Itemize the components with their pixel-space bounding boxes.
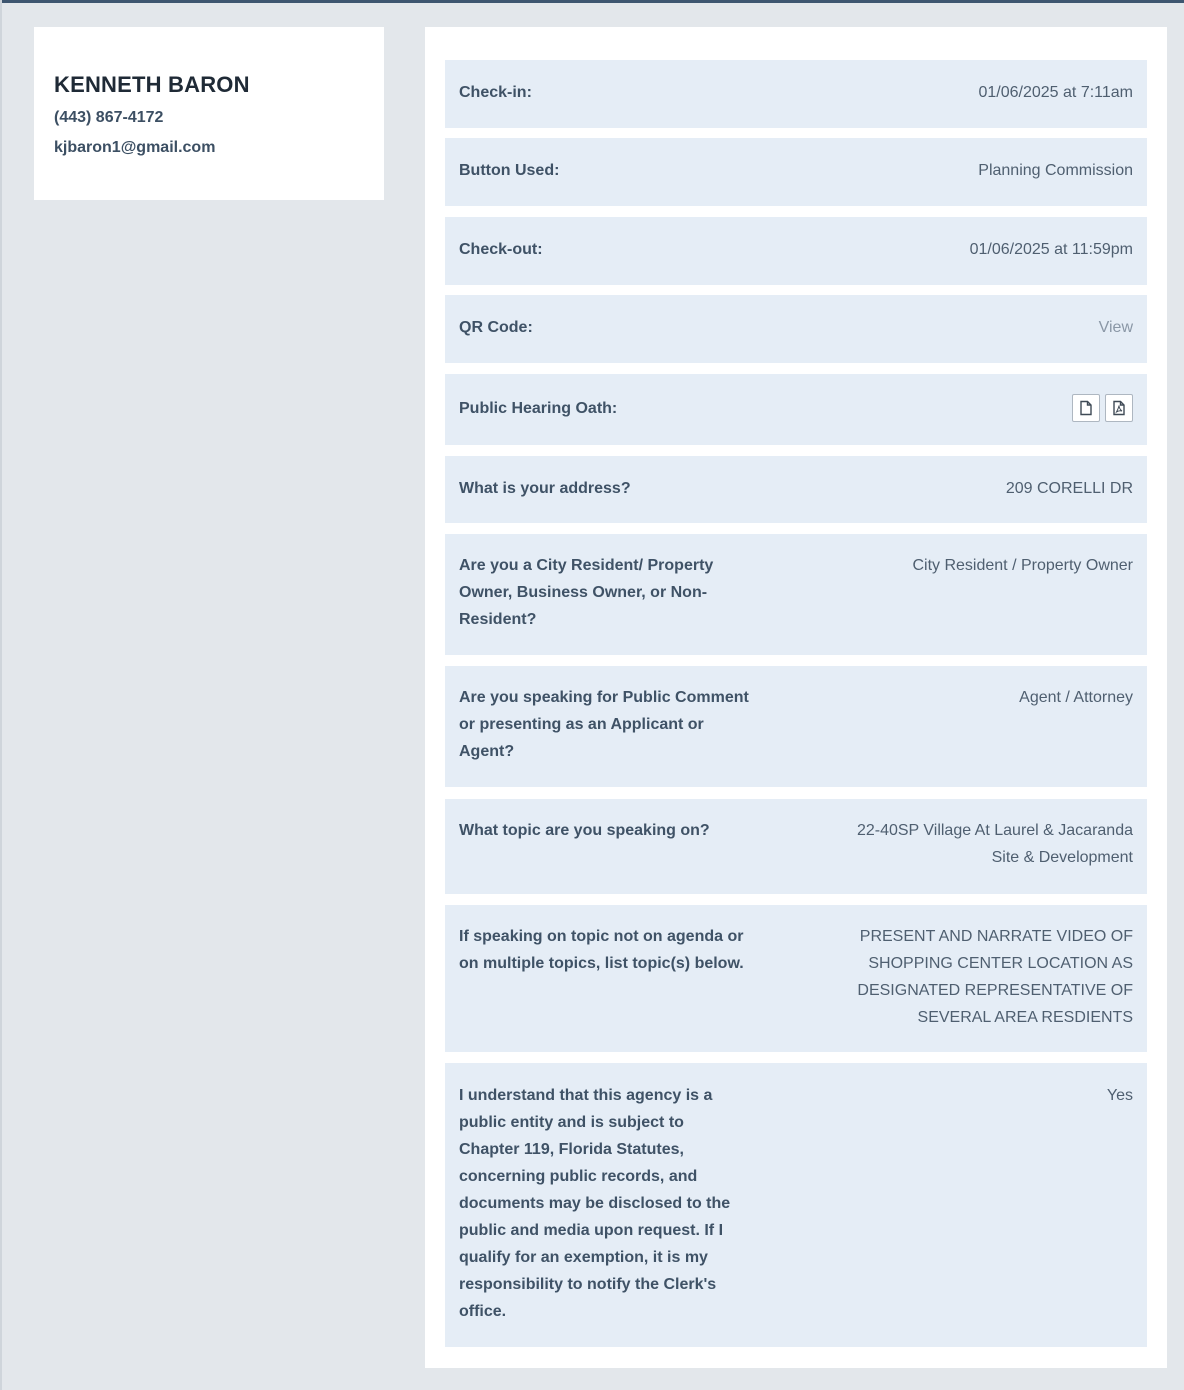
detail-row-address: What is your address? 209 CORELLI DR [445, 456, 1147, 523]
resident-value: City Resident / Property Owner [912, 557, 1133, 574]
public-records-value: Yes [1106, 1087, 1133, 1104]
resident-label: Are you a City Resident/ Property Owner,… [459, 552, 713, 633]
oath-label: Public Hearing Oath: [459, 400, 618, 417]
other-topic-value-line: SHOPPING CENTER LOCATION AS [868, 955, 1133, 972]
button-used-value: Planning Commission [978, 162, 1133, 179]
public-records-label-line: public entity and is subject to [459, 1114, 684, 1131]
profile-name: KENNETH BARON [54, 72, 250, 97]
topic-value: 22-40SP Village At Laurel & Jacaranda Si… [857, 817, 1133, 871]
public-records-label: I understand that this agency is a publi… [459, 1082, 730, 1325]
public-records-label-line: concerning public records, and [459, 1168, 698, 1185]
resident-label-line: Are you a City Resident/ Property [459, 557, 714, 574]
other-topic-value-line: PRESENT AND NARRATE VIDEO OF [859, 928, 1133, 945]
address-label: What is your address? [459, 480, 631, 497]
profile-email: kjbaron1@gmail.com [54, 139, 216, 156]
checkin-value: 01/06/2025 at 7:11am [978, 84, 1134, 101]
qr-code-view-link[interactable]: View [1099, 314, 1133, 341]
speaking-role-label-line: Agent? [459, 743, 515, 760]
detail-row-button-used: Button Used: Planning Commission [445, 138, 1147, 206]
button-used-label: Button Used: [459, 162, 560, 179]
other-topic-label: If speaking on topic not on agenda or on… [459, 923, 744, 977]
top-border [0, 0, 1184, 3]
resident-label-line: Owner, Business Owner, or Non- [459, 584, 708, 601]
detail-row-speaking-role: Are you speaking for Public Comment or p… [445, 666, 1147, 787]
topic-label: What topic are you speaking on? [459, 822, 710, 839]
detail-row-oath: Public Hearing Oath: [445, 374, 1147, 445]
profile-phone: (443) 867-4172 [54, 109, 164, 126]
topic-value-line: Site & Development [991, 849, 1133, 866]
details-card: Check-in: 01/06/2025 at 7:11am Button Us… [425, 27, 1167, 1368]
checkout-value: 01/06/2025 at 11:59pm [969, 241, 1133, 258]
detail-row-checkin: Check-in: 01/06/2025 at 7:11am [445, 60, 1147, 128]
public-records-label-line: Chapter 119, Florida Statutes, [459, 1141, 684, 1158]
address-value: 209 CORELLI DR [1005, 480, 1133, 497]
qr-code-label: QR Code: [459, 319, 533, 336]
checkout-label: Check-out: [459, 241, 543, 258]
checkin-label: Check-in: [459, 84, 532, 101]
other-topic-label-line: If speaking on topic not on agenda or [459, 928, 744, 945]
document-icon[interactable] [1072, 394, 1100, 422]
other-topic-value-line: DESIGNATED REPRESENTATIVE OF [857, 982, 1133, 999]
public-records-label-line: documents may be disclosed to the [459, 1195, 731, 1212]
speaking-role-label: Are you speaking for Public Comment or p… [459, 684, 749, 765]
pdf-icon[interactable] [1105, 394, 1133, 422]
profile-card: KENNETH BARON (443) 867-4172 kjbaron1@gm… [34, 27, 384, 200]
detail-row-resident: Are you a City Resident/ Property Owner,… [445, 534, 1147, 655]
detail-row-topic: What topic are you speaking on? 22-40SP … [445, 799, 1147, 894]
public-records-label-line: office. [459, 1303, 507, 1320]
other-topic-label-line: on multiple topics, list topic(s) below. [459, 955, 744, 972]
public-records-label-line: public and media upon request. If I [459, 1222, 724, 1239]
resident-label-line: Resident? [459, 611, 537, 628]
left-border [0, 0, 2, 1390]
other-topic-value: PRESENT AND NARRATE VIDEO OF SHOPPING CE… [857, 923, 1133, 1031]
public-records-label-line: I understand that this agency is a [459, 1087, 713, 1104]
detail-row-other-topic: If speaking on topic not on agenda or on… [445, 905, 1147, 1052]
oath-documents [1072, 394, 1133, 422]
detail-row-checkout: Check-out: 01/06/2025 at 11:59pm [445, 217, 1147, 285]
public-records-label-line: responsibility to notify the Clerk's [459, 1276, 717, 1293]
detail-row-public-records: I understand that this agency is a publi… [445, 1063, 1147, 1347]
speaking-role-label-line: Are you speaking for Public Comment [459, 689, 749, 706]
detail-row-qr-code: QR Code: View [445, 295, 1147, 363]
public-records-label-line: qualify for an exemption, it is my [459, 1249, 708, 1266]
speaking-role-value: Agent / Attorney [1019, 689, 1133, 706]
speaking-role-label-line: or presenting as an Applicant or [459, 716, 704, 733]
other-topic-value-line: SEVERAL AREA RESDIENTS [917, 1009, 1133, 1026]
topic-value-line: 22-40SP Village At Laurel & Jacaranda [856, 822, 1133, 839]
